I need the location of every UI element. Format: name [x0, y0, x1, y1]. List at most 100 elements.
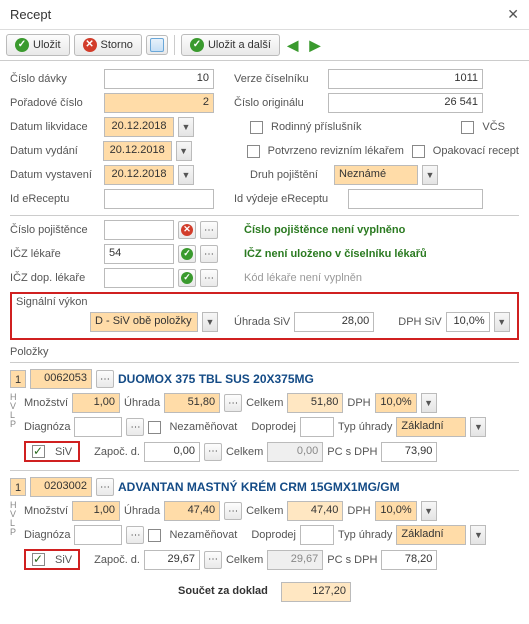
soucet-label: Součet za doklad: [178, 585, 268, 597]
druh-pojisteni-select[interactable]: Neznámé: [334, 165, 418, 185]
cislo-originalu-field: 26 541: [328, 93, 483, 113]
nezamenovat-label: Nezaměňovat: [169, 529, 237, 541]
more-button[interactable]: ⋯: [126, 526, 144, 544]
zapoc-label: Započ. d.: [94, 446, 140, 458]
id-vydeje-field[interactable]: [348, 189, 483, 209]
polozka-row: 1 0062053 ⋯ DUOMOX 375 TBL SUS 20X375MG …: [10, 362, 519, 466]
datum-likvidace-field[interactable]: 20.12.2018: [104, 117, 174, 137]
signalni-label: Signální výkon: [16, 296, 88, 308]
dph-label: DPH: [347, 397, 370, 409]
icz-lekare-field[interactable]: 54: [104, 244, 174, 264]
zapoc-field[interactable]: 29,67: [144, 550, 200, 570]
cancel-label: Storno: [101, 39, 133, 51]
soucet-field: 127,20: [281, 582, 351, 602]
dropdown-icon[interactable]: ▼: [176, 141, 192, 161]
polozka-index: 1: [10, 370, 26, 388]
datum-vystaveni-field[interactable]: 20.12.2018: [104, 165, 174, 185]
mnozstvi-field[interactable]: 1,00: [72, 501, 120, 521]
dropdown-icon[interactable]: ▼: [202, 312, 218, 332]
drug-code-field[interactable]: 0062053: [30, 369, 92, 389]
more-button[interactable]: ⋯: [204, 551, 222, 569]
datum-vydani-field[interactable]: 20.12.2018: [103, 141, 172, 161]
more-button[interactable]: ⋯: [200, 245, 218, 263]
celkem-field: 47,40: [287, 501, 343, 521]
nezamenovat-checkbox[interactable]: [148, 421, 161, 434]
uhrada-field[interactable]: 47,40: [164, 501, 220, 521]
more-button[interactable]: ⋯: [96, 478, 114, 496]
doprodej-label: Doprodej: [251, 421, 296, 433]
datum-vydani-label: Datum vydání: [10, 145, 99, 157]
dropdown-icon[interactable]: ▼: [178, 165, 194, 185]
dropdown-icon[interactable]: ▼: [422, 165, 438, 185]
dropdown-icon[interactable]: ▼: [178, 117, 194, 137]
poradove-cislo-field[interactable]: 2: [104, 93, 214, 113]
siv-checkbox[interactable]: [32, 445, 45, 458]
doprodej-field[interactable]: [300, 417, 334, 437]
id-ereceptu-label: Id eReceptu: [10, 193, 100, 205]
rodinny-checkbox[interactable]: [250, 121, 263, 134]
dph-field[interactable]: 10,0%: [375, 501, 417, 521]
icz-dop-field[interactable]: [104, 268, 174, 288]
cislo-originalu-label: Číslo originálu: [234, 97, 324, 109]
ok-icon: ✓: [178, 269, 196, 287]
celkem-field: 51,80: [287, 393, 343, 413]
toolbar-action-1[interactable]: [146, 35, 168, 55]
celkem-label: Celkem: [246, 505, 283, 517]
mnozstvi-label: Množství: [24, 397, 68, 409]
siv-checkbox[interactable]: [32, 553, 45, 566]
hvlp-icon: HVLP: [10, 393, 22, 466]
opakovaci-label: Opakovací recept: [433, 145, 519, 157]
doprodej-field[interactable]: [300, 525, 334, 545]
more-button[interactable]: ⋯: [126, 418, 144, 436]
typ-uhrady-select[interactable]: Základní: [396, 525, 466, 545]
id-ereceptu-field[interactable]: [104, 189, 214, 209]
potvrzeno-checkbox[interactable]: [247, 145, 260, 158]
ok-icon: ✓: [178, 245, 196, 263]
dropdown-icon[interactable]: ▼: [494, 312, 510, 332]
polozka-index: 1: [10, 478, 26, 496]
more-button[interactable]: ⋯: [224, 502, 242, 520]
close-icon[interactable]: ✕: [507, 6, 519, 23]
next-arrow-icon[interactable]: ▶: [306, 36, 324, 54]
dropdown-icon[interactable]: ▼: [470, 525, 486, 545]
uhrada-field[interactable]: 51,80: [164, 393, 220, 413]
siv-box: SiV: [24, 549, 80, 570]
save-button[interactable]: ✓ Uložit: [6, 34, 70, 56]
dropdown-icon[interactable]: ▼: [421, 393, 437, 413]
uhrada-label: Úhrada: [124, 397, 160, 409]
signalni-typ-select[interactable]: D - SiV obě položky: [90, 312, 198, 332]
more-button[interactable]: ⋯: [204, 443, 222, 461]
celkem2-label: Celkem: [226, 446, 263, 458]
opakovaci-checkbox[interactable]: [412, 145, 425, 158]
typ-uhrady-select[interactable]: Základní: [396, 417, 466, 437]
diagnoza-field[interactable]: [74, 525, 122, 545]
dph-field[interactable]: 10,0%: [375, 393, 417, 413]
cislo-pojistence-field[interactable]: [104, 220, 174, 240]
celkem2-label: Celkem: [226, 554, 263, 566]
drug-name: DUOMOX 375 TBL SUS 20X375MG: [118, 372, 314, 386]
diagnoza-field[interactable]: [74, 417, 122, 437]
dph-siv-field[interactable]: 10,0%: [446, 312, 490, 332]
uhrada-siv-field[interactable]: 28,00: [294, 312, 374, 332]
icz-lekare-msg: IČZ není uloženo v číselníku lékařů: [244, 248, 427, 260]
more-button[interactable]: ⋯: [224, 394, 242, 412]
save-next-button[interactable]: ✓ Uložit a další: [181, 34, 280, 56]
nezamenovat-checkbox[interactable]: [148, 529, 161, 542]
mnozstvi-field[interactable]: 1,00: [72, 393, 120, 413]
pc-label: PC s DPH: [327, 554, 377, 566]
more-button[interactable]: ⋯: [200, 221, 218, 239]
siv-box: SiV: [24, 441, 80, 462]
doc-icon: [150, 38, 164, 52]
dropdown-icon[interactable]: ▼: [421, 501, 437, 521]
save-label: Uložit: [33, 39, 61, 51]
zapoc-field[interactable]: 0,00: [144, 442, 200, 462]
more-button[interactable]: ⋯: [96, 370, 114, 388]
dropdown-icon[interactable]: ▼: [470, 417, 486, 437]
vcs-checkbox[interactable]: [461, 121, 474, 134]
prev-arrow-icon[interactable]: ◀: [284, 36, 302, 54]
doprodej-label: Doprodej: [251, 529, 296, 541]
more-button[interactable]: ⋯: [200, 269, 218, 287]
drug-code-field[interactable]: 0203002: [30, 477, 92, 497]
cancel-button[interactable]: ✕ Storno: [74, 34, 142, 56]
cislo-davky-field: 10: [104, 69, 214, 89]
